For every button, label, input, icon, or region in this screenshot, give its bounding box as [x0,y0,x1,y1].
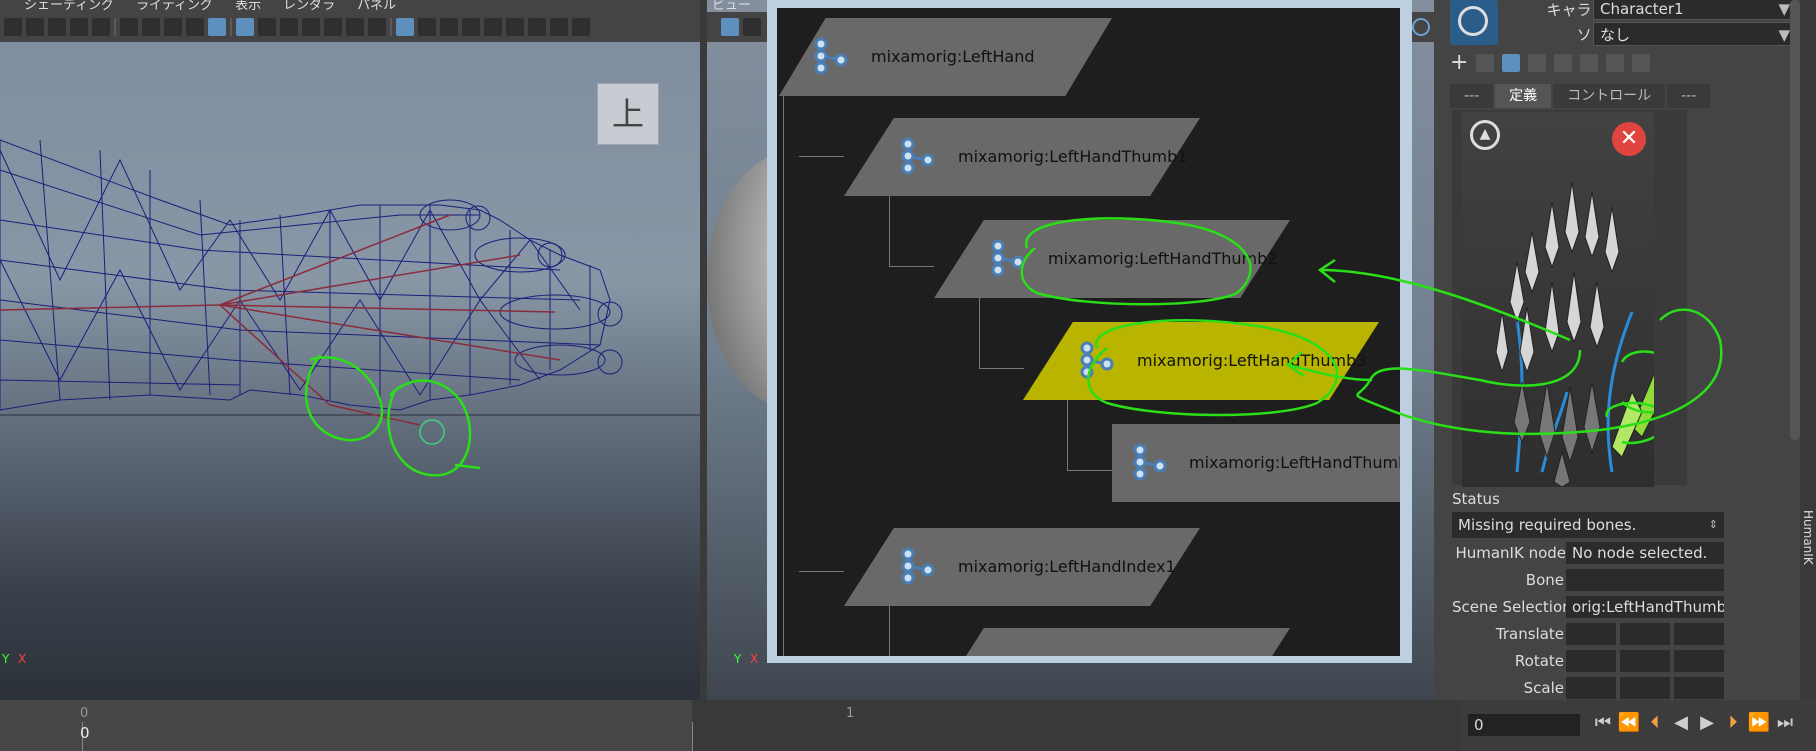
status-field: Missing required bones. ⇕ [1452,512,1724,538]
refresh-icon[interactable] [1412,18,1430,36]
scene-selection-label: Scene Selection [1452,598,1566,616]
current-frame-label: 0 [80,724,90,742]
save-icon[interactable] [1554,54,1572,72]
tab-left-arrow[interactable]: --- [1450,84,1494,108]
trash-icon[interactable] [1580,54,1598,72]
lock-icon[interactable] [1476,54,1494,72]
humanik-node-label: HumanIK node [1455,544,1566,562]
translate-x-field[interactable] [1566,623,1616,645]
play-back-icon[interactable]: ◀ [1668,712,1694,733]
chevron-down-icon: ▼ [1778,0,1790,18]
axis-y-label: Y [2,652,10,666]
panel-scrollbar[interactable] [1790,0,1800,440]
status-value: Missing required bones. [1458,516,1637,534]
annotation-arrows [1286,258,1723,436]
play-forward-icon[interactable]: ▶ [1694,712,1720,733]
scene-selection-field: orig:LeftHandThumb3 [1566,596,1724,618]
humanik-side-tab[interactable]: HumanIK [1801,510,1815,565]
view-cube[interactable]: 上 [597,83,659,145]
mirror-pose-icon[interactable] [1606,54,1624,72]
viewport-splitter[interactable] [700,0,707,700]
folder-open-icon[interactable] [1528,54,1546,72]
step-forward-icon[interactable]: ⏩ [1746,712,1772,733]
tab-right-arrow[interactable]: --- [1667,84,1711,108]
time-slider-track-right [692,700,1460,751]
humanik-tabs: --- 定義 コントロール --- [1450,84,1712,108]
axis-x-label: X [18,652,27,666]
bone-label: Bone [1525,571,1564,589]
step-back-key-icon[interactable]: ⏪ [1616,712,1642,733]
humanik-logo-icon [1450,0,1498,45]
go-to-end-icon[interactable]: ⏭ [1772,712,1798,733]
source-dropdown[interactable]: なし ▼ [1593,22,1797,46]
bone-field[interactable] [1566,569,1724,591]
rotate-x-field[interactable] [1566,650,1616,672]
rotate-y-field[interactable] [1620,650,1670,672]
hand-wireframe-mesh [0,139,700,477]
side-tab-strip: HumanIK [1800,0,1816,700]
rotate-z-field[interactable] [1674,650,1724,672]
character-value: Character1 [1600,0,1684,18]
humanik-node-field: No node selected. [1566,542,1724,564]
time-slider[interactable]: 0 0 1 0 ⏮ ⏪ ⏴ ◀ ▶ ⏵ ⏩ ⏭ [0,700,1816,751]
tab-controls[interactable]: コントロール [1553,84,1666,108]
character-dropdown[interactable]: Character1 ▼ [1593,0,1797,20]
viewport-toolbar-right [707,12,767,42]
tick-label-0: 0 [80,706,89,721]
chevron-down-icon: ▼ [1778,26,1790,44]
prev-key-icon[interactable]: ⏴ [1642,712,1668,733]
close-icon[interactable]: ✕ [1612,122,1646,156]
time-slider-track-left [0,700,692,751]
tab-definition[interactable]: 定義 [1495,84,1552,108]
tick-label-1: 1 [846,706,855,721]
translate-label: Translate [1495,625,1564,643]
perspective-viewport-left[interactable]: シェーディング ライティング 表示 レンダラ パネル 上 Y X [0,0,700,700]
axis-x-label-right: X [750,652,759,666]
t-pose-icon[interactable] [1632,54,1650,72]
select-camera-icon[interactable] [743,18,761,36]
rotate-label: Rotate [1514,652,1564,670]
scale-label: Scale [1523,679,1564,697]
axis-y-label-right: Y [734,652,742,666]
scale-z-field[interactable] [1674,677,1724,699]
status-label: Status [1452,490,1500,508]
go-to-start-icon[interactable]: ⏮ [1590,712,1616,733]
camera-attributes-icon[interactable] [721,18,739,36]
spinner-arrows-icon[interactable]: ⇕ [1709,512,1718,538]
skeleton-icon[interactable] [1502,54,1520,72]
current-frame-field[interactable]: 0 [1468,714,1580,736]
source-value: なし [1600,26,1631,44]
next-key-icon[interactable]: ⏵ [1720,712,1746,733]
menu-view[interactable]: ビュー [712,0,751,12]
gray-sphere-object [707,157,767,403]
humanik-icon-toolbar: + [1450,52,1650,74]
tick-mark [692,722,693,751]
scale-y-field[interactable] [1620,677,1670,699]
translate-z-field[interactable] [1674,623,1724,645]
expand-up-icon[interactable]: ▲ [1470,120,1500,150]
add-icon[interactable]: + [1450,52,1468,74]
playback-controls: ⏮ ⏪ ⏴ ◀ ▶ ⏵ ⏩ ⏭ [1590,712,1798,733]
translate-y-field[interactable] [1620,623,1670,645]
scale-x-field[interactable] [1566,677,1616,699]
